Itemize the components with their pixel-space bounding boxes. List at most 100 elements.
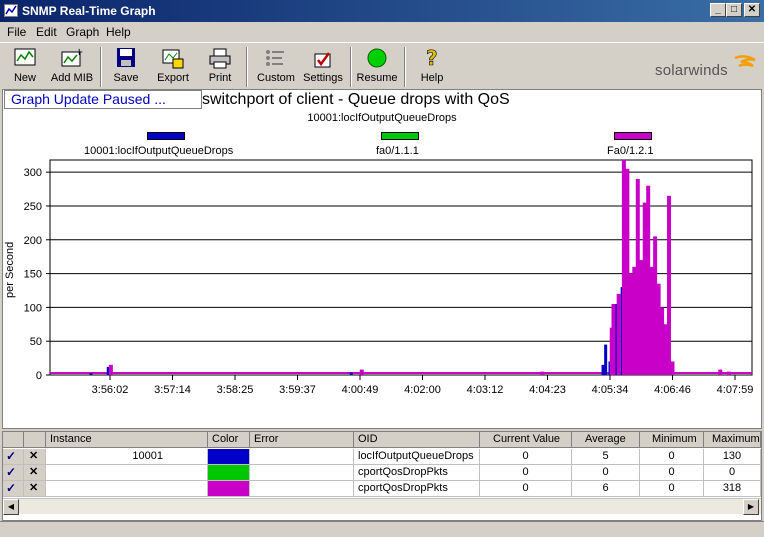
- add-mib-label: Add MIB: [50, 72, 94, 84]
- data-bar: [660, 307, 665, 375]
- scroll-right-button[interactable]: ▶: [743, 499, 759, 515]
- custom-icon: [266, 50, 284, 66]
- app-graph-icon: [4, 4, 18, 17]
- custom-button[interactable]: Custom: [254, 45, 298, 89]
- data-bar: [653, 236, 658, 375]
- data-bar: [359, 369, 364, 375]
- cell-minimum: 0: [640, 465, 704, 481]
- data-bar: [639, 260, 644, 375]
- scroll-left-button[interactable]: ◀: [3, 499, 19, 515]
- header-minimum[interactable]: Minimum: [640, 432, 704, 448]
- y-tick-label: 250: [24, 201, 42, 213]
- table-row[interactable]: ✓ ✕ cportQosDropPkts 0 0 0 0: [3, 465, 761, 481]
- save-button[interactable]: Save: [108, 45, 144, 89]
- table-row[interactable]: ✓ ✕ 10001 locIfOutputQueueDrops 0 5 0 130: [3, 449, 761, 465]
- resume-button[interactable]: Resume: [356, 45, 398, 89]
- header-instance[interactable]: Instance: [46, 432, 208, 448]
- header-oid[interactable]: OID: [354, 432, 480, 448]
- data-bar: [718, 369, 723, 375]
- help-button[interactable]: ? Help: [414, 45, 450, 89]
- header-error[interactable]: Error: [250, 432, 354, 448]
- toolbar: New + Add MIB Save Export Print Custom S…: [0, 42, 764, 88]
- data-bar: [656, 283, 661, 375]
- custom-label: Custom: [257, 72, 295, 84]
- legend-swatch-green: [381, 132, 419, 140]
- checkmark-icon: ✓: [6, 465, 17, 479]
- toolbar-separator: [100, 47, 102, 87]
- cell-color-swatch[interactable]: [208, 449, 250, 465]
- data-bar: [649, 266, 654, 375]
- enable-checkbox[interactable]: ✓: [3, 465, 24, 481]
- cell-maximum: 318: [704, 481, 761, 497]
- checkmark-icon: ✓: [6, 481, 17, 495]
- resume-label: Resume: [356, 72, 398, 84]
- menu-graph[interactable]: Graph: [66, 25, 99, 39]
- cell-color-swatch[interactable]: [208, 465, 250, 481]
- y-tick-label: 100: [24, 302, 42, 314]
- chart-title: switchport of client - Queue drops with …: [202, 91, 510, 108]
- data-bar: [625, 168, 630, 375]
- x-tick-label: 4:04:23: [529, 384, 566, 396]
- menu-bar: File Edit Graph Help: [0, 22, 764, 41]
- close-button[interactable]: ✕: [744, 3, 760, 17]
- cell-oid: cportQosDropPkts: [354, 481, 480, 497]
- cell-average: 6: [572, 481, 640, 497]
- x-tick-label: 4:05:34: [592, 384, 629, 396]
- x-tick-label: 4:00:49: [342, 384, 379, 396]
- y-tick-label: 50: [30, 336, 42, 348]
- data-bar: [616, 293, 621, 375]
- resume-icon: [367, 48, 387, 68]
- x-tick-label: 3:58:25: [217, 384, 254, 396]
- remove-row-button[interactable]: ✕: [24, 465, 46, 481]
- add-mib-button[interactable]: + Add MIB: [48, 45, 96, 89]
- remove-row-button[interactable]: ✕: [24, 481, 46, 497]
- enable-checkbox[interactable]: ✓: [3, 449, 24, 465]
- solarwinds-flame-icon: [734, 55, 756, 68]
- new-button[interactable]: New: [6, 45, 44, 89]
- minimize-button[interactable]: _: [710, 3, 726, 17]
- maximize-button[interactable]: □: [726, 3, 742, 17]
- menu-help[interactable]: Help: [106, 25, 131, 39]
- x-tick-label: 4:02:00: [404, 384, 441, 396]
- data-bar: [601, 364, 605, 375]
- menu-file[interactable]: File: [7, 25, 26, 39]
- export-icon: [162, 49, 184, 69]
- x-tick-label: 3:56:02: [92, 384, 129, 396]
- cell-maximum: 0: [704, 465, 761, 481]
- table-row[interactable]: ✓ ✕ cportQosDropPkts 0 6 0 318: [3, 481, 761, 497]
- data-bar: [667, 195, 672, 375]
- status-bar: [0, 521, 764, 537]
- enable-checkbox[interactable]: ✓: [3, 481, 24, 497]
- horizontal-scrollbar[interactable]: ◀ ▶: [3, 498, 761, 515]
- print-button[interactable]: Print: [200, 45, 240, 89]
- header-enable-col: [3, 432, 24, 448]
- help-label: Help: [420, 72, 444, 84]
- data-bar: [663, 324, 668, 375]
- export-button[interactable]: Export: [153, 45, 193, 89]
- print-label: Print: [208, 72, 232, 84]
- data-bar: [670, 361, 675, 375]
- data-bar: [89, 372, 93, 375]
- cell-maximum: 130: [704, 449, 761, 465]
- x-tick-label: 4:06:46: [654, 384, 691, 396]
- cell-current-value: 0: [480, 465, 572, 481]
- header-maximum[interactable]: Maximum: [704, 432, 761, 448]
- header-color[interactable]: Color: [208, 432, 250, 448]
- data-bar: [604, 344, 608, 375]
- x-icon: ✕: [29, 482, 39, 494]
- header-average[interactable]: Average: [572, 432, 640, 448]
- y-tick-label: 150: [24, 269, 42, 281]
- cell-minimum: 0: [640, 481, 704, 497]
- settings-button[interactable]: Settings: [301, 45, 345, 89]
- title-bar: SNMP Real-Time Graph _ □ ✕: [0, 0, 764, 22]
- header-remove-col: [24, 432, 46, 448]
- checkmark-icon: ✓: [6, 449, 17, 463]
- y-tick-label: 0: [36, 370, 42, 382]
- toolbar-separator: [404, 47, 406, 87]
- cell-instance: [46, 481, 208, 497]
- remove-row-button[interactable]: ✕: [24, 449, 46, 465]
- new-label: New: [13, 72, 36, 84]
- menu-edit[interactable]: Edit: [36, 25, 57, 39]
- cell-color-swatch[interactable]: [208, 481, 250, 497]
- header-current-value[interactable]: Current Value: [480, 432, 572, 448]
